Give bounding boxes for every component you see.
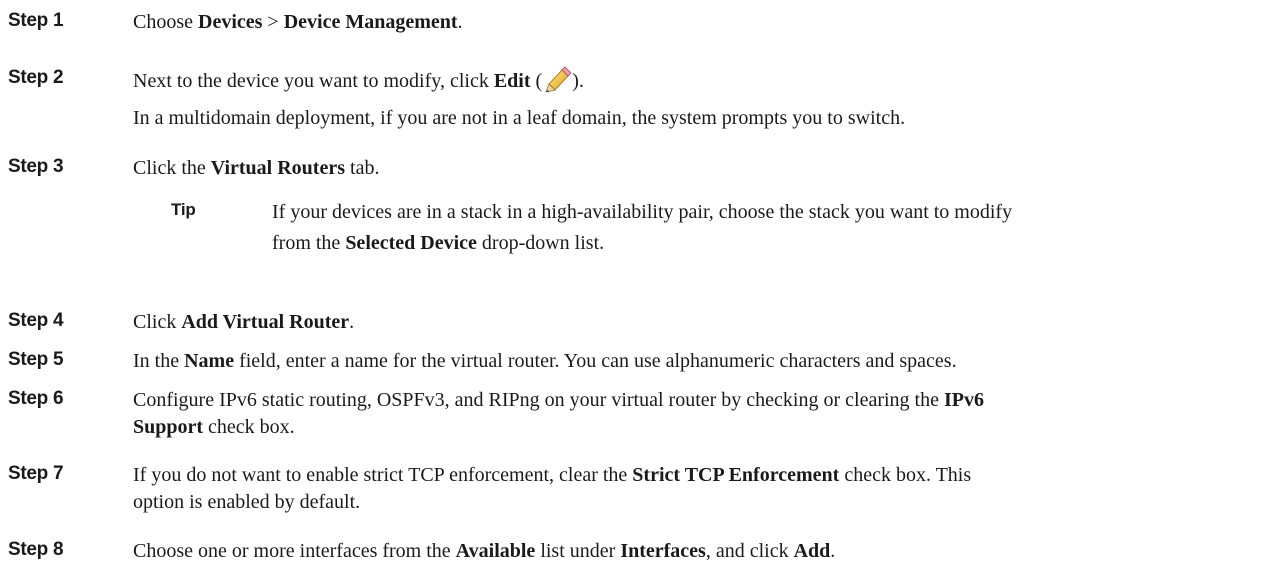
add-term: Add [793, 540, 831, 562]
tip-label: Tip [171, 200, 196, 219]
step-6-text: Configure IPv6 static routing, OSPFv3, a… [133, 389, 984, 438]
devices-term: Devices [198, 11, 263, 33]
step-2-note: In a multidomain deployment, if you are … [133, 107, 906, 129]
step-8-label: Step 8 [8, 539, 64, 560]
step-6-label: Step 6 [8, 388, 64, 409]
name-term: Name [184, 350, 235, 372]
virtual-routers-term: Virtual Routers [210, 157, 346, 179]
add-virtual-router-term: Add Virtual Router [181, 311, 350, 333]
support-term: Support [133, 416, 204, 438]
edit-term: Edit [493, 70, 531, 92]
step-1-text: Choose Devices > Device Management. [133, 11, 463, 33]
step-5-text: In the Name field, enter a name for the … [133, 350, 957, 372]
step-3-label: Step 3 [8, 156, 64, 177]
ipv6-term: IPv6 [943, 389, 984, 411]
step-2-text: Next to the device you want to modify, c… [133, 66, 584, 95]
tip-text: If your devices are in a stack in a high… [272, 201, 1013, 254]
step-2-label: Step 2 [8, 67, 64, 88]
selected-device-term: Selected Device [345, 232, 477, 254]
step-7-label: Step 7 [8, 463, 64, 484]
pencil-icon [542, 66, 572, 94]
step-3-text: Click the Virtual Routers tab. [133, 157, 380, 179]
step-5-label: Step 5 [8, 349, 64, 370]
step-7-text: If you do not want to enable strict TCP … [133, 464, 972, 513]
step-1-label: Step 1 [8, 10, 64, 31]
step-8-text: Choose one or more interfaces from the A… [133, 540, 836, 562]
interfaces-term: Interfaces [620, 540, 706, 562]
available-term: Available [455, 540, 536, 562]
step-4-text: Click Add Virtual Router. [133, 311, 355, 333]
strict-tcp-enforcement-term: Strict TCP Enforcement [632, 464, 840, 486]
step-4-label: Step 4 [8, 310, 64, 331]
device-management-term: Device Management [283, 11, 458, 33]
